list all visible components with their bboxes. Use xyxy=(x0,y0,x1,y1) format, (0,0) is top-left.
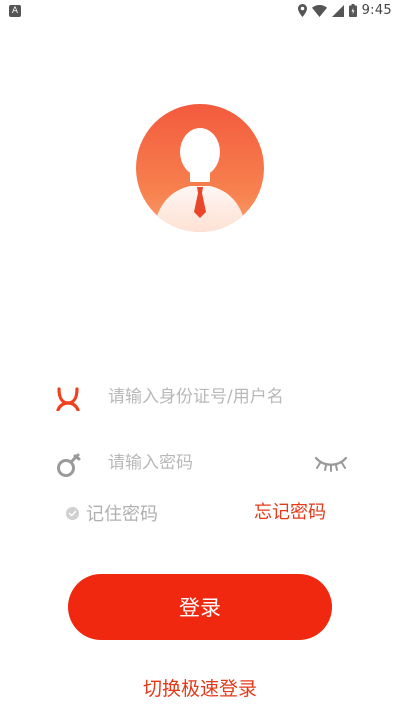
switch-quick-login-link[interactable]: 切换极速登录 xyxy=(0,674,400,701)
location-icon xyxy=(297,4,307,17)
battery-icon xyxy=(348,4,357,17)
wifi-icon xyxy=(311,4,327,17)
login-screen: A 9:45 请输入身份证号/用户名 记住密码 忘记密码 登录 切换极速登录 xyxy=(0,0,400,711)
forgot-password-link[interactable]: 忘记密码 xyxy=(254,498,326,528)
signal-icon xyxy=(331,4,344,17)
eye-closed-icon[interactable] xyxy=(314,453,348,473)
user-icon xyxy=(56,387,80,411)
remember-password-toggle[interactable]: 记住密码 xyxy=(66,498,158,528)
username-row xyxy=(50,377,360,417)
status-time: 9:45 xyxy=(361,3,392,18)
lock-icon xyxy=(57,453,81,477)
password-input[interactable] xyxy=(108,449,328,477)
avatar xyxy=(136,104,264,232)
status-bar: A 9:45 xyxy=(0,0,400,24)
notification-a-icon: A xyxy=(9,5,21,17)
password-row xyxy=(50,443,360,483)
username-input[interactable] xyxy=(108,383,328,411)
login-button[interactable]: 登录 xyxy=(68,574,332,640)
remember-checkbox[interactable] xyxy=(66,506,79,520)
status-icons: 9:45 xyxy=(297,3,392,18)
check-icon xyxy=(68,510,77,516)
user-avatar-icon xyxy=(154,128,246,232)
remember-label: 记住密码 xyxy=(86,504,158,525)
